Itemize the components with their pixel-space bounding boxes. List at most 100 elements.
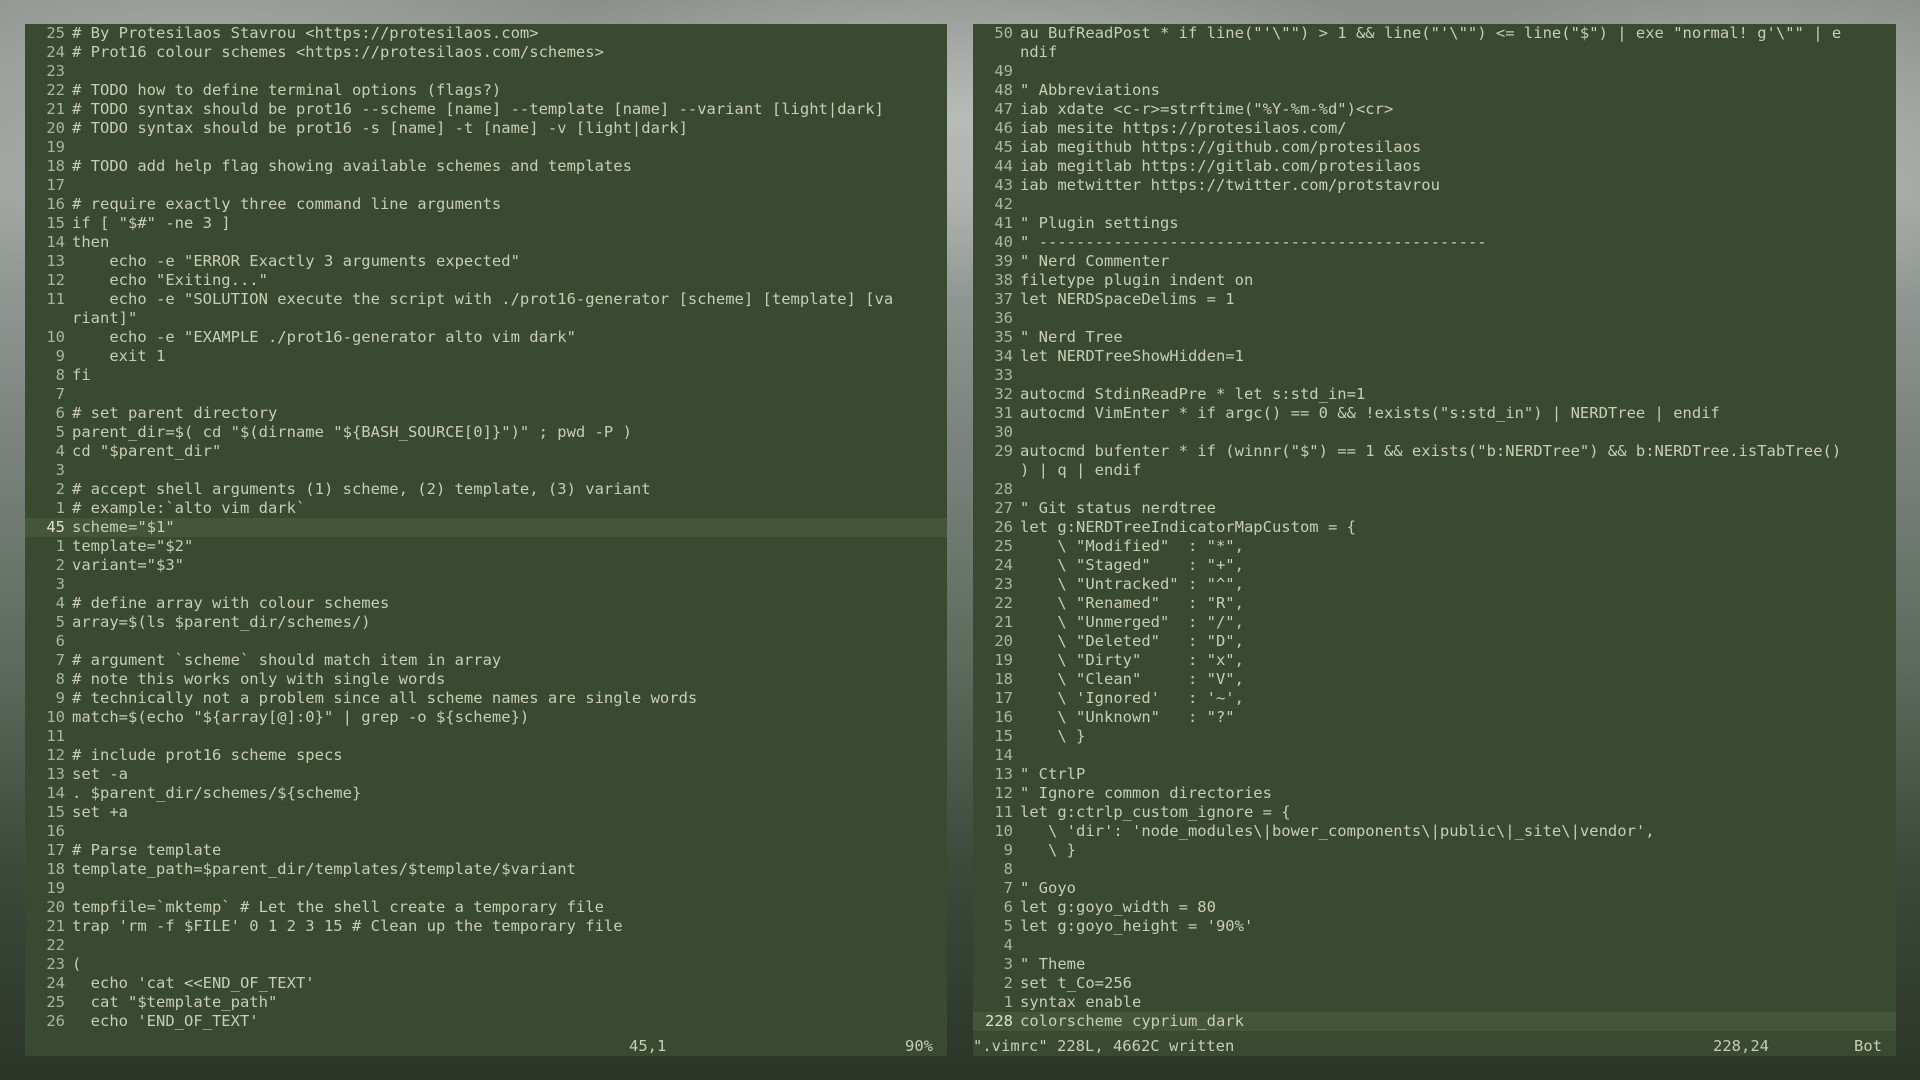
code-line[interactable]: 24 echo 'cat <<END_OF_TEXT' [25, 974, 947, 993]
code-line[interactable]: 17 # Parse template [25, 841, 947, 860]
code-line[interactable]: 22 \ "Renamed" : "R", [973, 594, 1896, 613]
code-line[interactable]: 15 set +a [25, 803, 947, 822]
code-line[interactable]: 10 echo -e "EXAMPLE ./prot16-generator a… [25, 328, 947, 347]
code-line[interactable]: 26 let g:NERDTreeIndicatorMapCustom = { [973, 518, 1896, 537]
code-line[interactable]: 45 scheme="$1" [25, 518, 947, 537]
code-line[interactable]: 19 [25, 879, 947, 898]
code-line[interactable]: 3 [25, 575, 947, 594]
code-line[interactable]: riant]" [25, 309, 947, 328]
code-line[interactable]: 16 \ "Unknown" : "?" [973, 708, 1896, 727]
code-line[interactable]: 25 \ "Modified" : "*", [973, 537, 1896, 556]
code-line[interactable]: 24 \ "Staged" : "+", [973, 556, 1896, 575]
code-line[interactable]: 13 " CtrlP [973, 765, 1896, 784]
code-line[interactable]: 36 [973, 309, 1896, 328]
code-line[interactable]: 11 echo -e "SOLUTION execute the script … [25, 290, 947, 309]
code-line[interactable]: 40 " ------------------------------------… [973, 233, 1896, 252]
code-line[interactable]: 32 autocmd StdinReadPre * let s:std_in=1 [973, 385, 1896, 404]
code-line[interactable]: 20 tempfile=`mktemp` # Let the shell crea… [25, 898, 947, 917]
code-line[interactable]: 23 ( [25, 955, 947, 974]
code-line[interactable]: 14 [973, 746, 1896, 765]
code-line[interactable]: ) | q | endif [973, 461, 1896, 480]
code-line[interactable]: 9 \ } [973, 841, 1896, 860]
code-line[interactable]: 28 [973, 480, 1896, 499]
code-line[interactable]: 4 cd "$parent_dir" [25, 442, 947, 461]
code-line[interactable]: 11 [25, 727, 947, 746]
code-line[interactable]: 8 # note this works only with single word… [25, 670, 947, 689]
editor-pane-left[interactable]: 25 # By Protesilaos Stavrou <https://prot… [25, 24, 947, 1056]
code-line[interactable]: 21 trap 'rm -f $FILE' 0 1 2 3 15 # Clean … [25, 917, 947, 936]
code-line[interactable]: 7 # argument `scheme` should match item i… [25, 651, 947, 670]
code-line[interactable]: 23 [25, 62, 947, 81]
code-line[interactable]: 6 [25, 632, 947, 651]
code-line[interactable]: 22 [25, 936, 947, 955]
code-line[interactable]: 4 # define array with colour schemes [25, 594, 947, 613]
code-line[interactable]: 1 # example:`alto vim dark` [25, 499, 947, 518]
code-line[interactable]: 2 # accept shell arguments (1) scheme, (2… [25, 480, 947, 499]
code-line[interactable]: 1 template="$2" [25, 537, 947, 556]
code-line[interactable]: 41 " Plugin settings [973, 214, 1896, 233]
code-line[interactable]: 228 colorscheme cyprium_dark [973, 1012, 1896, 1031]
code-line[interactable]: 14 then [25, 233, 947, 252]
code-line[interactable]: 5 let g:goyo_height = '90%' [973, 917, 1896, 936]
code-line[interactable]: 12 " Ignore common directories [973, 784, 1896, 803]
code-line[interactable]: 2 variant="$3" [25, 556, 947, 575]
code-line[interactable]: 22 # TODO how to define terminal options … [25, 81, 947, 100]
code-line[interactable]: 38 filetype plugin indent on [973, 271, 1896, 290]
code-line[interactable]: 4 [973, 936, 1896, 955]
code-line[interactable]: 9 # technically not a problem since all s… [25, 689, 947, 708]
code-line[interactable]: 50 au BufReadPost * if line("'\"") > 1 &&… [973, 24, 1896, 43]
code-line[interactable]: 18 # TODO add help flag showing available… [25, 157, 947, 176]
code-line[interactable]: 5 array=$(ls $parent_dir/schemes/) [25, 613, 947, 632]
code-line[interactable]: 12 echo "Exiting..." [25, 271, 947, 290]
code-line[interactable]: 11 let g:ctrlp_custom_ignore = { [973, 803, 1896, 822]
code-line[interactable]: 23 \ "Untracked" : "^", [973, 575, 1896, 594]
code-line[interactable]: 37 let NERDSpaceDelims = 1 [973, 290, 1896, 309]
code-line[interactable]: 24 # Prot16 colour schemes <https://prote… [25, 43, 947, 62]
code-line[interactable]: 10 \ 'dir': 'node_modules\|bower_compone… [973, 822, 1896, 841]
code-line[interactable]: 29 autocmd bufenter * if (winnr("$") == 1… [973, 442, 1896, 461]
code-line[interactable]: 2 set t_Co=256 [973, 974, 1896, 993]
code-line[interactable]: 3 [25, 461, 947, 480]
code-line[interactable]: 17 [25, 176, 947, 195]
code-line[interactable]: 18 \ "Clean" : "V", [973, 670, 1896, 689]
code-line[interactable]: 5 parent_dir=$( cd "$(dirname "${BASH_SOU… [25, 423, 947, 442]
code-line[interactable]: 9 exit 1 [25, 347, 947, 366]
code-line[interactable]: 48 " Abbreviations [973, 81, 1896, 100]
code-line[interactable]: 46 iab mesite https://protesilaos.com/ [973, 119, 1896, 138]
code-line[interactable]: 3 " Theme [973, 955, 1896, 974]
code-line[interactable]: 25 cat "$template_path" [25, 993, 947, 1012]
code-line[interactable]: 18 template_path=$parent_dir/templates/$t… [25, 860, 947, 879]
code-line[interactable]: 44 iab megitlab https://gitlab.com/protes… [973, 157, 1896, 176]
code-line[interactable]: 6 let g:goyo_width = 80 [973, 898, 1896, 917]
code-line[interactable]: 8 fi [25, 366, 947, 385]
code-line[interactable]: 8 [973, 860, 1896, 879]
code-line[interactable]: 30 [973, 423, 1896, 442]
code-line[interactable]: 49 [973, 62, 1896, 81]
code-line[interactable]: 15 \ } [973, 727, 1896, 746]
code-line[interactable]: 19 \ "Dirty" : "x", [973, 651, 1896, 670]
code-line[interactable]: 12 # include prot16 scheme specs [25, 746, 947, 765]
code-line[interactable]: 16 # require exactly three command line a… [25, 195, 947, 214]
code-line[interactable]: 33 [973, 366, 1896, 385]
code-line[interactable]: 45 iab megithub https://github.com/protes… [973, 138, 1896, 157]
code-line[interactable]: 16 [25, 822, 947, 841]
code-line[interactable]: 10 match=$(echo "${array[@]:0}" | grep -o… [25, 708, 947, 727]
code-line[interactable]: 39 " Nerd Commenter [973, 252, 1896, 271]
code-line[interactable]: 42 [973, 195, 1896, 214]
code-line[interactable]: 19 [25, 138, 947, 157]
code-line[interactable]: ndif [973, 43, 1896, 62]
code-line[interactable]: 27 " Git status nerdtree [973, 499, 1896, 518]
code-line[interactable]: 34 let NERDTreeShowHidden=1 [973, 347, 1896, 366]
code-line[interactable]: 35 " Nerd Tree [973, 328, 1896, 347]
code-line[interactable]: 21 # TODO syntax should be prot16 --schem… [25, 100, 947, 119]
code-line[interactable]: 1 syntax enable [973, 993, 1896, 1012]
code-line[interactable]: 7 " Goyo [973, 879, 1896, 898]
editor-pane-right[interactable]: 50 au BufReadPost * if line("'\"") > 1 &&… [973, 24, 1896, 1056]
code-line[interactable]: 43 iab metwitter https://twitter.com/prot… [973, 176, 1896, 195]
code-line[interactable]: 13 set -a [25, 765, 947, 784]
code-line[interactable]: 17 \ 'Ignored' : '~', [973, 689, 1896, 708]
code-line[interactable]: 7 [25, 385, 947, 404]
code-line[interactable]: 20 # TODO syntax should be prot16 -s [nam… [25, 119, 947, 138]
code-line[interactable]: 20 \ "Deleted" : "D", [973, 632, 1896, 651]
code-line[interactable]: 13 echo -e "ERROR Exactly 3 arguments ex… [25, 252, 947, 271]
